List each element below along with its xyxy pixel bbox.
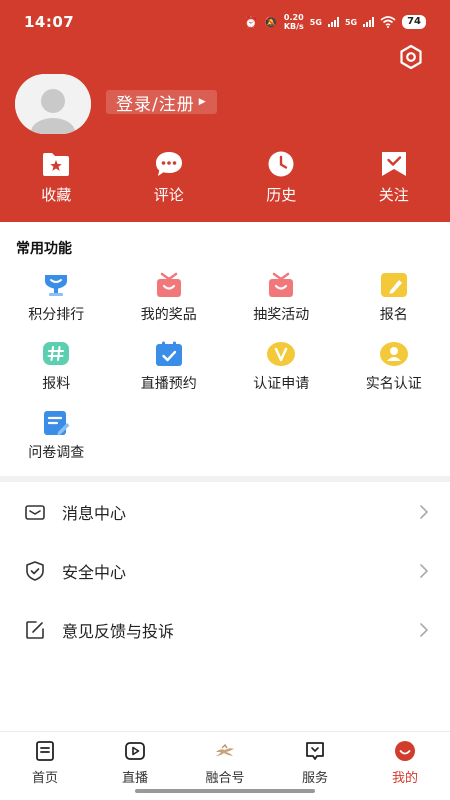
service-icon <box>306 742 324 760</box>
tab-home[interactable]: 首页 <box>0 732 90 800</box>
clock-icon <box>268 151 294 177</box>
gift-icon <box>156 272 181 297</box>
menu-item-feedback-complaints[interactable]: 意见反馈与投诉 <box>0 600 450 659</box>
mute-icon: 🔕 <box>264 15 278 29</box>
profile-header: 14:07 ⏰ 🔕 0.20 KB/s 5G 5G 74 登录/注册 ▶ 收藏 … <box>0 0 450 222</box>
feature-survey[interactable]: 问卷调查 <box>0 410 113 479</box>
mail-icon <box>25 504 45 520</box>
chevron-right-icon <box>420 504 429 519</box>
user-badge-icon <box>379 342 408 366</box>
feature-label: 报料 <box>42 376 71 392</box>
menu-item-label: 安全中心 <box>62 562 127 582</box>
quick-link-label: 关注 <box>378 186 409 204</box>
signal-icon <box>327 17 339 27</box>
bookmark-icon <box>381 152 406 176</box>
settings-menu: 消息中心 安全中心 意见反馈与投诉 <box>0 482 450 659</box>
features-grid: 积分排行 我的奖品 抽奖活动 报名 报料 直播预约 认证申请 实名认证 问卷调查 <box>0 272 450 479</box>
quick-link-label: 评论 <box>153 186 184 204</box>
quick-link-label: 历史 <box>266 186 297 204</box>
quick-link-comments[interactable]: 评论 <box>113 150 226 205</box>
net-speed-value: 0.20 <box>283 13 304 22</box>
net-speed-unit: KB/s <box>283 22 304 31</box>
feature-real-name-verification[interactable]: 实名认证 <box>338 341 450 410</box>
profile-smile-icon <box>395 741 415 761</box>
feature-tip-off[interactable]: 报料 <box>0 341 113 410</box>
feature-sign-up[interactable]: 报名 <box>338 272 450 341</box>
hashtag-icon <box>43 342 70 365</box>
feature-label: 我的奖品 <box>140 307 197 323</box>
gift-icon <box>269 272 294 297</box>
status-bar: 14:07 ⏰ 🔕 0.20 KB/s 5G 5G 74 <box>0 0 450 44</box>
feature-my-prizes[interactable]: 我的奖品 <box>113 272 226 341</box>
quick-link-following[interactable]: 关注 <box>338 150 450 205</box>
folder-star-icon <box>43 153 70 176</box>
badge-v-icon <box>267 342 296 366</box>
quick-link-favorites[interactable]: 收藏 <box>0 150 113 205</box>
quick-link-history[interactable]: 历史 <box>225 150 338 205</box>
status-icons: ⏰ 🔕 0.20 KB/s 5G 5G 74 <box>244 13 426 31</box>
menu-item-message-center[interactable]: 消息中心 <box>0 482 450 541</box>
pencil-note-icon <box>380 273 407 297</box>
tab-mine[interactable]: 我的 <box>360 732 450 800</box>
tab-label: 服务 <box>301 771 328 786</box>
net-speed: 0.20 KB/s <box>284 13 304 31</box>
chevron-right-icon <box>420 622 429 637</box>
news-icon <box>36 741 54 761</box>
shield-icon <box>26 560 44 581</box>
section-title: 常用功能 <box>16 241 72 257</box>
chevron-right-icon <box>420 563 429 578</box>
login-register-button[interactable]: 登录/注册 ▶ <box>106 90 217 115</box>
common-features-section: 常用功能 积分排行 我的奖品 抽奖活动 报名 报料 直播预约 认证申请 实名认证… <box>0 222 450 476</box>
tab-label: 首页 <box>31 771 58 786</box>
caret-right-icon: ▶ <box>198 97 207 107</box>
feature-label: 问卷调查 <box>28 445 85 461</box>
menu-item-label: 消息中心 <box>62 503 127 523</box>
quick-links: 收藏 评论 历史 关注 <box>0 150 450 205</box>
feature-label: 抽奖活动 <box>253 307 310 323</box>
feature-lottery[interactable]: 抽奖活动 <box>225 272 338 341</box>
feature-label: 积分排行 <box>28 307 85 323</box>
battery-indicator: 74 <box>402 15 426 29</box>
survey-icon <box>44 411 70 435</box>
play-icon <box>125 742 145 760</box>
menu-item-security-center[interactable]: 安全中心 <box>0 541 450 600</box>
tab-label: 直播 <box>121 771 148 786</box>
settings-button[interactable] <box>398 44 424 70</box>
quick-link-label: 收藏 <box>41 186 72 204</box>
feature-label: 实名认证 <box>365 376 422 392</box>
signal-icon <box>363 17 375 27</box>
calendar-check-icon <box>155 341 182 366</box>
tab-label: 我的 <box>391 771 418 786</box>
alarm-icon: ⏰ <box>244 15 259 29</box>
trophy-icon <box>45 275 68 296</box>
feature-certification[interactable]: 认证申请 <box>225 341 338 410</box>
feature-live-booking[interactable]: 直播预约 <box>113 341 226 410</box>
login-register-label: 登录/注册 <box>116 94 195 115</box>
home-indicator[interactable] <box>135 789 315 793</box>
comment-icon <box>155 152 182 176</box>
wifi-icon <box>380 16 396 28</box>
status-time: 14:07 <box>24 13 75 31</box>
gear-icon <box>400 44 422 70</box>
default-avatar-icon <box>15 74 91 134</box>
feature-label: 报名 <box>379 307 408 323</box>
menu-item-label: 意见反馈与投诉 <box>62 621 175 641</box>
signal-label-2: 5G <box>344 17 358 27</box>
avatar[interactable] <box>15 74 91 134</box>
feature-points-ranking[interactable]: 积分排行 <box>0 272 113 341</box>
tab-label: 融合号 <box>205 771 245 786</box>
feature-label: 直播预约 <box>140 376 197 392</box>
logo-icon <box>216 744 234 756</box>
signal-label-1: 5G <box>309 17 322 27</box>
edit-icon <box>26 620 44 639</box>
feature-label: 认证申请 <box>253 376 310 392</box>
